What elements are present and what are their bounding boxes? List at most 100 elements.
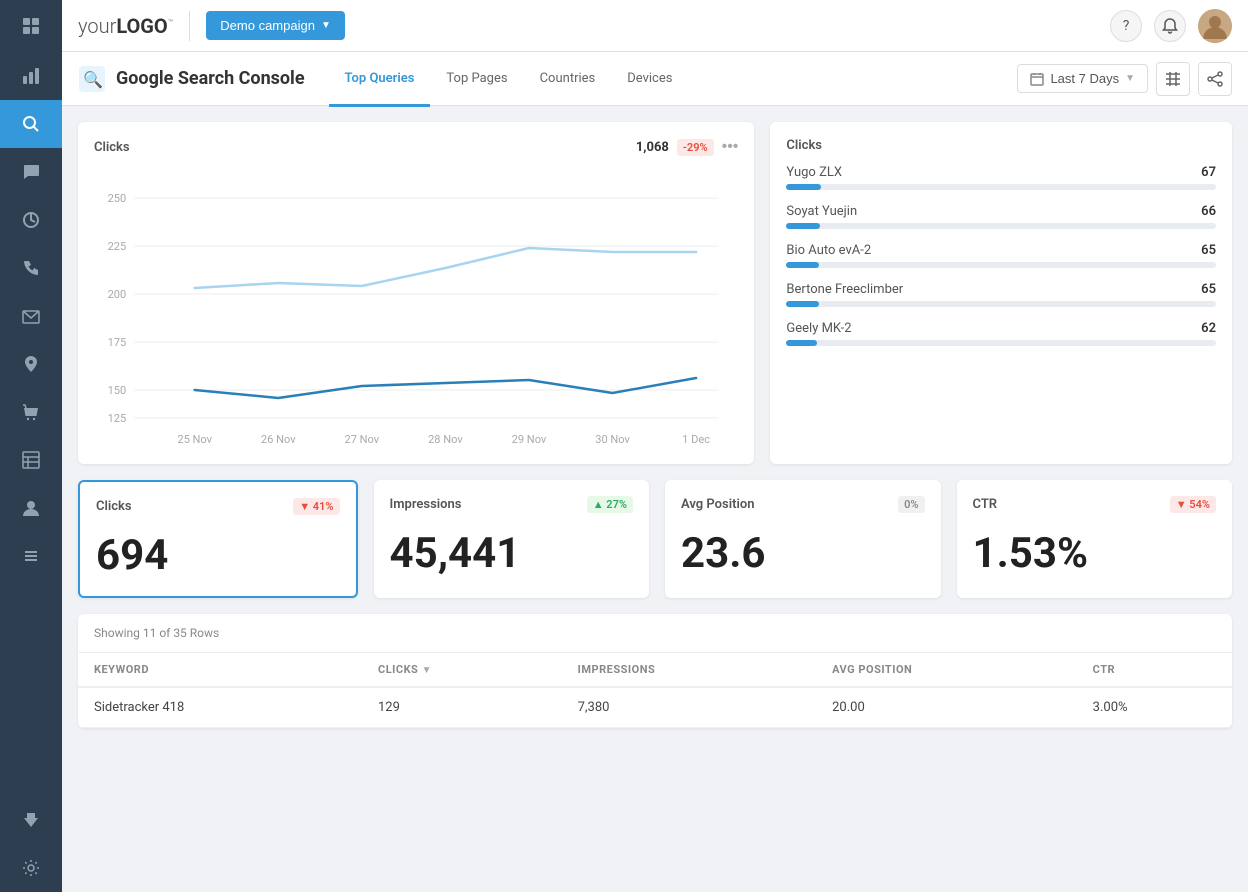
logo-your: your (78, 14, 116, 38)
svg-text:28 Nov: 28 Nov (428, 433, 463, 446)
metric-card-avg-position[interactable]: Avg Position 0% 23.6 (665, 480, 941, 598)
table-showing-text: Showing 11 of 35 Rows (94, 626, 219, 640)
metric-avg-pos-header: Avg Position 0% (681, 496, 925, 513)
metric-card-ctr[interactable]: CTR ▼ 54% 1.53% (957, 480, 1233, 598)
data-table: KEYWORD CLICKS ▼ IMPRESSIONS AVG POSITIO… (78, 653, 1232, 728)
svg-text:26 Nov: 26 Nov (261, 433, 296, 446)
col-impressions: IMPRESSIONS (562, 653, 816, 687)
bar-value-0: 67 (1201, 165, 1216, 180)
bar-label-4: Geely MK-2 (786, 321, 851, 336)
sub-header-right: Last 7 Days ▼ (1017, 62, 1232, 96)
sub-header: 🔍 Google Search Console Top Queries Top … (62, 52, 1248, 106)
svg-text:🔍: 🔍 (83, 69, 103, 89)
svg-text:200: 200 (108, 288, 127, 301)
chart-title: Clicks (94, 140, 130, 155)
chart-more-button[interactable]: ••• (722, 138, 739, 156)
tab-top-queries[interactable]: Top Queries (329, 53, 431, 107)
logo-area: yourLOGO™ (78, 14, 173, 38)
svg-text:175: 175 (108, 336, 127, 349)
content-area: Clicks 1,068 -29% ••• (62, 106, 1248, 892)
help-button[interactable]: ? (1110, 10, 1142, 42)
chart-svg: 250 225 200 175 150 125 25 Nov 26 Nov 27… (94, 168, 738, 448)
sidebar-item-reports[interactable] (0, 52, 62, 100)
metric-impressions-header: Impressions ▲ 27% (390, 496, 634, 513)
clicks-chart-card: Clicks 1,068 -29% ••• (78, 122, 754, 464)
demo-campaign-label: Demo campaign (220, 18, 315, 33)
bar-label-3: Bertone Freeclimber (786, 282, 903, 297)
col-keyword-label: KEYWORD (94, 663, 149, 676)
metric-avg-pos-badge: 0% (898, 496, 924, 513)
bar-fill-0 (786, 184, 820, 190)
metric-avg-pos-title: Avg Position (681, 497, 754, 512)
bar-track-2 (786, 262, 1216, 268)
date-range-button[interactable]: Last 7 Days ▼ (1017, 64, 1148, 93)
sort-icon: ▼ (422, 665, 432, 676)
svg-text:1 Dec: 1 Dec (682, 433, 710, 446)
col-clicks[interactable]: CLICKS ▼ (362, 653, 562, 687)
bar-item-1: Soyat Yuejin 66 (786, 204, 1216, 229)
col-keyword: KEYWORD (78, 653, 362, 687)
bar-label-2: Bio Auto evA-2 (786, 243, 871, 258)
sidebar-item-chat[interactable] (0, 148, 62, 196)
metric-clicks-title: Clicks (96, 499, 132, 514)
svg-text:29 Nov: 29 Nov (512, 433, 547, 446)
tab-devices[interactable]: Devices (611, 53, 688, 107)
bar-value-2: 65 (1201, 243, 1216, 258)
data-table-card: Showing 11 of 35 Rows KEYWORD CLICKS ▼ I… (78, 614, 1232, 728)
demo-campaign-button[interactable]: Demo campaign ▼ (206, 11, 345, 40)
tab-countries[interactable]: Countries (524, 53, 612, 107)
date-dropdown-icon: ▼ (1125, 73, 1135, 84)
top-bar: yourLOGO™ Demo campaign ▼ ? (62, 0, 1248, 52)
cell-ctr: 3.00% (1077, 687, 1232, 728)
bar-track-3 (786, 301, 1216, 307)
sidebar-item-settings[interactable] (0, 844, 62, 892)
col-ctr: CTR (1077, 653, 1232, 687)
sidebar-item-list[interactable] (0, 532, 62, 580)
row-metrics: Clicks ▼ 41% 694 Impressions ▲ 27% 45,44… (78, 480, 1232, 598)
tab-top-pages[interactable]: Top Pages (430, 53, 523, 107)
bar-items-title: Clicks (786, 138, 822, 153)
sidebar-item-mail[interactable] (0, 292, 62, 340)
tab-top-queries-label: Top Queries (345, 71, 415, 86)
tab-nav: Top Queries Top Pages Countries Devices (329, 52, 689, 106)
metric-impressions-value: 45,441 (390, 529, 634, 578)
sidebar-item-table[interactable] (0, 436, 62, 484)
sidebar-item-user[interactable] (0, 484, 62, 532)
bar-track-1 (786, 223, 1216, 229)
cell-clicks: 129 (362, 687, 562, 728)
sidebar-item-search[interactable] (0, 100, 62, 148)
sidebar-item-shop[interactable] (0, 388, 62, 436)
col-clicks-label: CLICKS (378, 663, 418, 676)
bar-label-0: Yugo ZLX (786, 165, 842, 180)
svg-text:225: 225 (108, 240, 127, 253)
metric-card-impressions[interactable]: Impressions ▲ 27% 45,441 (374, 480, 650, 598)
bar-track-4 (786, 340, 1216, 346)
home-icon[interactable] (0, 0, 62, 52)
sidebar-item-plugin[interactable] (0, 796, 62, 844)
sidebar-item-analytics[interactable] (0, 196, 62, 244)
table-info: Showing 11 of 35 Rows (78, 614, 1232, 653)
tab-countries-label: Countries (540, 71, 596, 86)
bar-value-1: 66 (1201, 204, 1216, 219)
bar-fill-4 (786, 340, 817, 346)
help-icon: ? (1123, 18, 1130, 34)
table-header: KEYWORD CLICKS ▼ IMPRESSIONS AVG POSITIO… (78, 653, 1232, 687)
chart-value: 1,068 (636, 140, 669, 155)
logo-logo: LOGO (116, 14, 167, 38)
bar-items-header: Clicks (786, 138, 1216, 153)
metric-card-clicks[interactable]: Clicks ▼ 41% 694 (78, 480, 358, 598)
notifications-button[interactable] (1154, 10, 1186, 42)
bar-item-3: Bertone Freeclimber 65 (786, 282, 1216, 307)
dropdown-arrow-icon: ▼ (321, 20, 331, 31)
metric-clicks-value: 694 (96, 531, 340, 580)
user-avatar[interactable] (1198, 9, 1232, 43)
sidebar-item-location[interactable] (0, 340, 62, 388)
row-charts: Clicks 1,068 -29% ••• (78, 122, 1232, 464)
sidebar-item-phone[interactable] (0, 244, 62, 292)
share-button[interactable] (1198, 62, 1232, 96)
svg-text:30 Nov: 30 Nov (595, 433, 630, 446)
columns-button[interactable] (1156, 62, 1190, 96)
logo-tm: ™ (168, 18, 174, 28)
svg-text:125: 125 (108, 412, 127, 425)
bar-value-4: 62 (1201, 321, 1216, 336)
